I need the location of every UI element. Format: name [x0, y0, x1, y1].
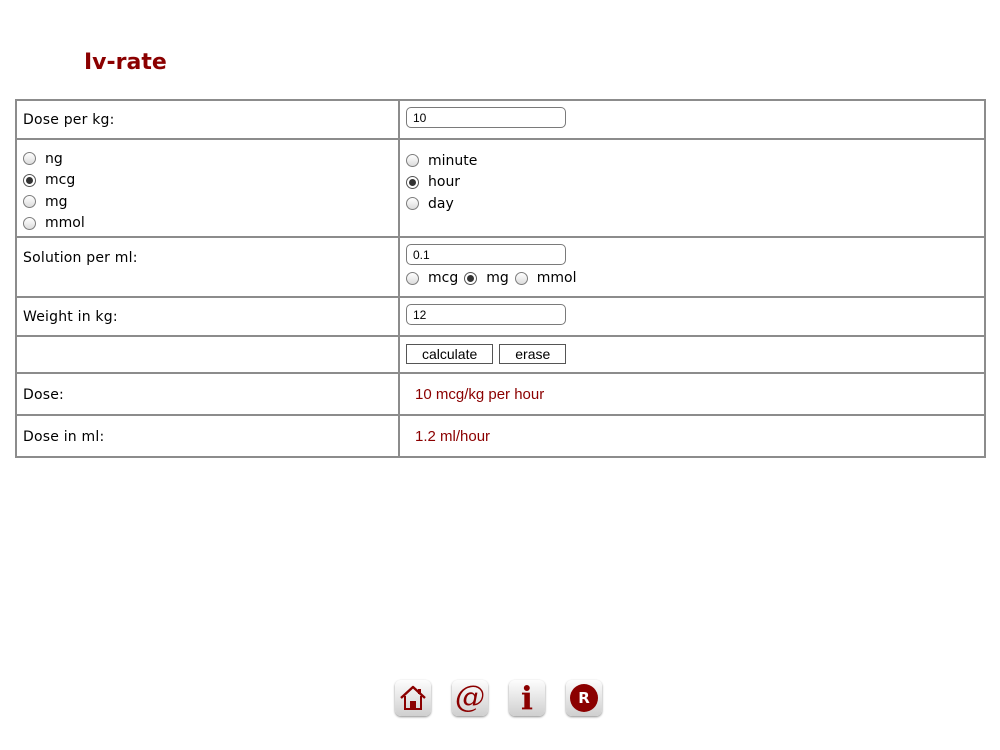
weight-in-kg-label: Weight in kg: [23, 309, 118, 325]
info-button[interactable]: i [509, 680, 545, 716]
weight-in-kg-input[interactable] [406, 304, 566, 325]
radio-solution-mcg[interactable] [406, 271, 419, 285]
dose-unit-option-mcg[interactable]: mcg [23, 170, 392, 192]
dose-per-kg-input[interactable] [406, 107, 566, 128]
dose-ml-result-label: Dose in ml: [23, 429, 105, 445]
dose-unit-option-mmol[interactable]: mmol [23, 213, 392, 235]
time-unit-option-hour[interactable]: hour [406, 172, 978, 194]
dose-per-kg-label: Dose per kg: [23, 112, 115, 128]
dose-result-label: Dose: [23, 387, 64, 403]
time-unit-option-day[interactable]: day [406, 193, 978, 215]
dose-unit-option-mg[interactable]: mg [23, 191, 392, 213]
email-icon: @ [455, 680, 485, 715]
radio-day[interactable] [406, 197, 419, 211]
calculator-table: Dose per kg: ng mcg [15, 99, 986, 458]
solution-per-ml-input[interactable] [406, 244, 566, 265]
dose-ml-result-value: 1.2 ml/hour [415, 428, 491, 445]
erase-button[interactable]: erase [499, 344, 567, 364]
radio-mcg[interactable] [23, 173, 36, 187]
row-buttons: calculate erase [15, 335, 986, 374]
page-title: Iv-rate [84, 50, 167, 75]
page: Iv-rate Dose per kg: ng mcg [0, 0, 1000, 750]
row-weight-in-kg: Weight in kg: [15, 296, 986, 337]
row-dose-per-kg: Dose per kg: [15, 99, 986, 140]
row-units: ng mcg mg mmol minute hour day [15, 138, 986, 238]
radio-day-label: day [428, 195, 454, 212]
radio-ng-label: ng [45, 150, 63, 167]
radio-ng[interactable] [23, 152, 36, 166]
registered-glyph: R [578, 688, 590, 707]
radio-mg[interactable] [23, 195, 36, 209]
email-button[interactable]: @ [452, 680, 488, 716]
row-dose-ml-result: Dose in ml: 1.2 ml/hour [15, 414, 986, 458]
dose-unit-radio-group: ng mcg mg mmol [23, 140, 392, 234]
radio-mg-label: mg [45, 193, 68, 210]
radio-solution-mmol[interactable] [514, 271, 528, 285]
registered-button[interactable]: R [566, 680, 602, 716]
row-dose-result: Dose: 10 mcg/kg per hour [15, 372, 986, 416]
home-button[interactable] [395, 680, 431, 716]
radio-solution-mmol-label: mmol [536, 270, 577, 286]
time-unit-option-minute[interactable]: minute [406, 150, 978, 172]
radio-minute[interactable] [406, 154, 419, 168]
radio-solution-mg[interactable] [464, 271, 478, 285]
home-icon [400, 685, 426, 710]
dose-unit-option-ng[interactable]: ng [23, 148, 392, 170]
radio-mcg-label: mcg [45, 172, 76, 189]
solution-unit-radio-group: mcg mg mmol [406, 270, 978, 286]
radio-minute-label: minute [428, 152, 478, 169]
radio-solution-mcg-label: mcg [428, 270, 459, 286]
time-unit-radio-group: minute hour day [406, 140, 978, 215]
footer-nav: @ i R [395, 680, 623, 716]
radio-solution-mg-label: mg [486, 270, 509, 286]
radio-hour[interactable] [406, 175, 419, 189]
radio-hour-label: hour [428, 174, 461, 191]
radio-mmol[interactable] [23, 216, 36, 230]
info-icon: i [520, 679, 534, 717]
calculate-button[interactable]: calculate [406, 344, 494, 364]
dose-result-value: 10 mcg/kg per hour [415, 386, 545, 403]
row-solution-per-ml: Solution per ml: mcg mg mmol [15, 236, 986, 298]
radio-mmol-label: mmol [45, 215, 85, 232]
registered-icon: R [570, 684, 598, 712]
solution-per-ml-label: Solution per ml: [23, 250, 138, 266]
